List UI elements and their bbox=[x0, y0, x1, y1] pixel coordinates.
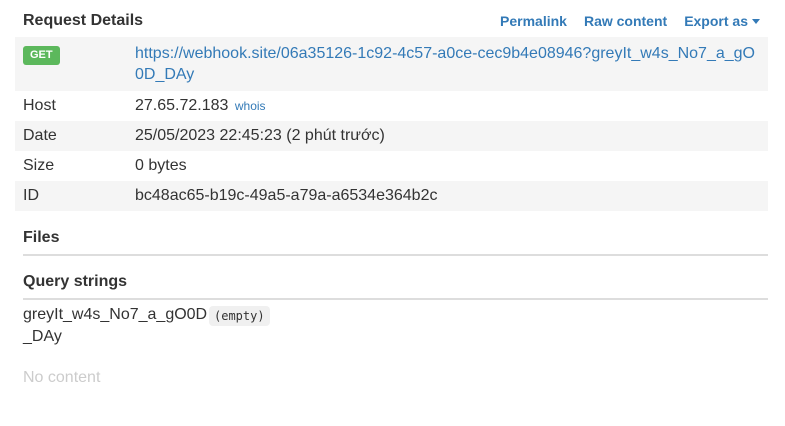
table-row: Size 0 bytes bbox=[15, 151, 768, 181]
raw-content-link[interactable]: Raw content bbox=[584, 10, 667, 32]
request-url-link[interactable]: https://webhook.site/06a35126-1c92-4c57-… bbox=[135, 45, 755, 83]
method-badge: GET bbox=[23, 46, 60, 65]
header-actions: Permalink Raw content Export as bbox=[500, 10, 760, 32]
request-details-header: Request Details Permalink Raw content Ex… bbox=[23, 10, 768, 32]
files-section-title: Files bbox=[23, 229, 60, 246]
request-details-table: GET https://webhook.site/06a35126-1c92-4… bbox=[15, 37, 768, 211]
files-divider bbox=[23, 254, 768, 256]
caret-down-icon bbox=[752, 18, 760, 24]
page-title: Request Details bbox=[23, 12, 144, 29]
request-details-panel: Request Details Permalink Raw content Ex… bbox=[0, 0, 785, 426]
id-value: bc48ac65-b19c-49a5-a79a-a6534e364b2c bbox=[127, 181, 768, 211]
export-as-label: Export as bbox=[684, 13, 748, 29]
query-section-title: Query strings bbox=[23, 273, 128, 290]
permalink-link[interactable]: Permalink bbox=[500, 10, 567, 32]
whois-link[interactable]: whois bbox=[235, 99, 266, 113]
table-row: GET https://webhook.site/06a35126-1c92-4… bbox=[15, 37, 768, 91]
table-row: Date 25/05/2023 22:45:23 (2 phút trước) bbox=[15, 121, 768, 151]
query-string-key: greyIt_w4s_No7_a_gO0D_DAy bbox=[23, 306, 208, 345]
host-value: 27.65.72.183 bbox=[135, 97, 229, 114]
table-row: Host 27.65.72.183 whois bbox=[15, 91, 768, 121]
no-content-text: No content bbox=[23, 369, 101, 386]
date-value: 25/05/2023 22:45:23 (2 phút trước) bbox=[127, 121, 768, 151]
row-value: 27.65.72.183 whois bbox=[127, 91, 768, 121]
row-key: Host bbox=[23, 97, 56, 114]
size-value: 0 bytes bbox=[135, 157, 187, 174]
row-key: Size bbox=[23, 157, 55, 174]
table-row: ID bc48ac65-b19c-49a5-a79a-a6534e364b2c bbox=[15, 181, 768, 211]
method-cell: GET bbox=[15, 37, 127, 91]
query-divider bbox=[23, 298, 768, 300]
url-cell: https://webhook.site/06a35126-1c92-4c57-… bbox=[127, 37, 768, 91]
row-key: ID bbox=[15, 181, 127, 211]
query-string-value: (empty) bbox=[209, 306, 270, 326]
export-as-dropdown[interactable]: Export as bbox=[684, 10, 760, 32]
row-key: Date bbox=[15, 121, 127, 151]
